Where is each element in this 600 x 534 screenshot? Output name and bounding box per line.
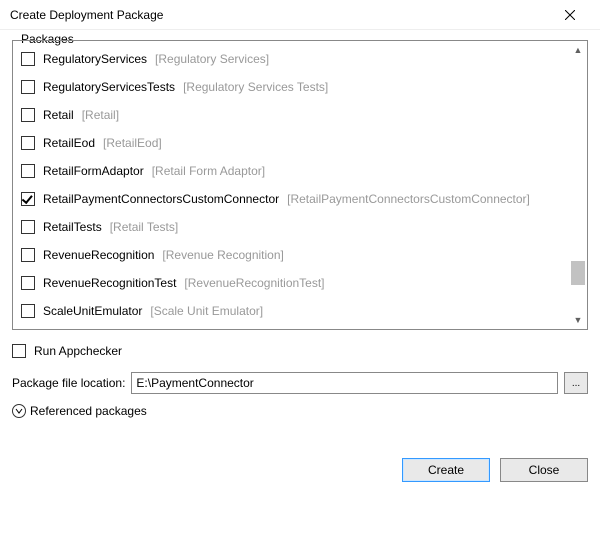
package-row[interactable]: ScaleUnitEmulator [Scale Unit Emulator] [17, 297, 583, 325]
package-checkbox[interactable] [21, 108, 35, 122]
package-row[interactable]: RevenueRecognition [Revenue Recognition] [17, 241, 583, 269]
package-name: RetailFormAdaptor [43, 164, 144, 178]
package-checkbox[interactable] [21, 248, 35, 262]
package-name: RevenueRecognition [43, 248, 154, 262]
package-name: ScaleUnitEmulator [43, 304, 142, 318]
title-bar: Create Deployment Package [0, 0, 600, 30]
package-friendly-name: [Scale Unit Emulator] [150, 304, 263, 318]
package-row[interactable]: RegulatoryServicesTests [Regulatory Servi… [17, 73, 583, 101]
close-button[interactable]: Close [500, 458, 588, 482]
dialog-button-row: Create Close [12, 458, 588, 482]
package-row[interactable]: Retail [Retail] [17, 101, 583, 129]
package-checkbox[interactable] [21, 52, 35, 66]
package-friendly-name: [Retail] [82, 108, 119, 122]
package-row[interactable]: RetailPaymentConnectorsCustomConnector [R… [17, 185, 583, 213]
referenced-packages-label: Referenced packages [30, 404, 147, 418]
scroll-up-icon[interactable]: ▲ [571, 43, 585, 57]
package-name: RetailEod [43, 136, 95, 150]
package-checkbox[interactable] [21, 192, 35, 206]
location-row: Package file location: ... [12, 372, 588, 394]
package-checkbox[interactable] [21, 220, 35, 234]
package-checkbox[interactable] [21, 80, 35, 94]
package-friendly-name: [Regulatory Services] [155, 52, 269, 66]
location-label: Package file location: [12, 376, 125, 390]
run-appchecker-row: Run Appchecker [12, 344, 588, 358]
package-friendly-name: [Retail Form Adaptor] [152, 164, 265, 178]
package-row[interactable]: RetailTests [Retail Tests] [17, 213, 583, 241]
package-friendly-name: [RetailPaymentConnectorsCustomConnector] [287, 192, 530, 206]
chevron-down-icon [12, 404, 26, 418]
window-title: Create Deployment Package [10, 8, 163, 22]
package-name: RegulatoryServicesTests [43, 80, 175, 94]
package-name: RetailPaymentConnectorsCustomConnector [43, 192, 279, 206]
package-friendly-name: [RevenueRecognitionTest] [184, 276, 324, 290]
package-checkbox[interactable] [21, 304, 35, 318]
run-appchecker-label: Run Appchecker [34, 344, 122, 358]
package-name: RegulatoryServices [43, 52, 147, 66]
package-name: Retail [43, 108, 74, 122]
package-row[interactable]: RegulatoryServices [Regulatory Services] [17, 45, 583, 73]
location-input[interactable] [131, 372, 558, 394]
scroll-down-icon[interactable]: ▼ [571, 313, 585, 327]
package-friendly-name: [Regulatory Services Tests] [183, 80, 328, 94]
package-row[interactable]: RevenueRecognitionTest [RevenueRecognitio… [17, 269, 583, 297]
package-checkbox[interactable] [21, 276, 35, 290]
package-checkbox[interactable] [21, 164, 35, 178]
package-row[interactable]: RetailEod [RetailEod] [17, 129, 583, 157]
package-friendly-name: [Revenue Recognition] [162, 248, 283, 262]
packages-fieldset: Packages RegulatoryServices[Regulatory S… [12, 40, 588, 330]
package-name: RevenueRecognitionTest [43, 276, 176, 290]
package-row[interactable]: RetailFormAdaptor [Retail Form Adaptor] [17, 157, 583, 185]
close-icon[interactable] [550, 0, 590, 30]
package-friendly-name: [RetailEod] [103, 136, 162, 150]
referenced-packages-toggle[interactable]: Referenced packages [12, 404, 588, 418]
package-checkbox[interactable] [21, 136, 35, 150]
packages-listbox: RegulatoryServices[Regulatory Services]R… [12, 40, 588, 330]
browse-button[interactable]: ... [564, 372, 588, 394]
run-appchecker-checkbox[interactable] [12, 344, 26, 358]
package-friendly-name: [Retail Tests] [110, 220, 178, 234]
create-button[interactable]: Create [402, 458, 490, 482]
scrollbar-thumb[interactable] [571, 261, 585, 285]
package-name: RetailTests [43, 220, 102, 234]
